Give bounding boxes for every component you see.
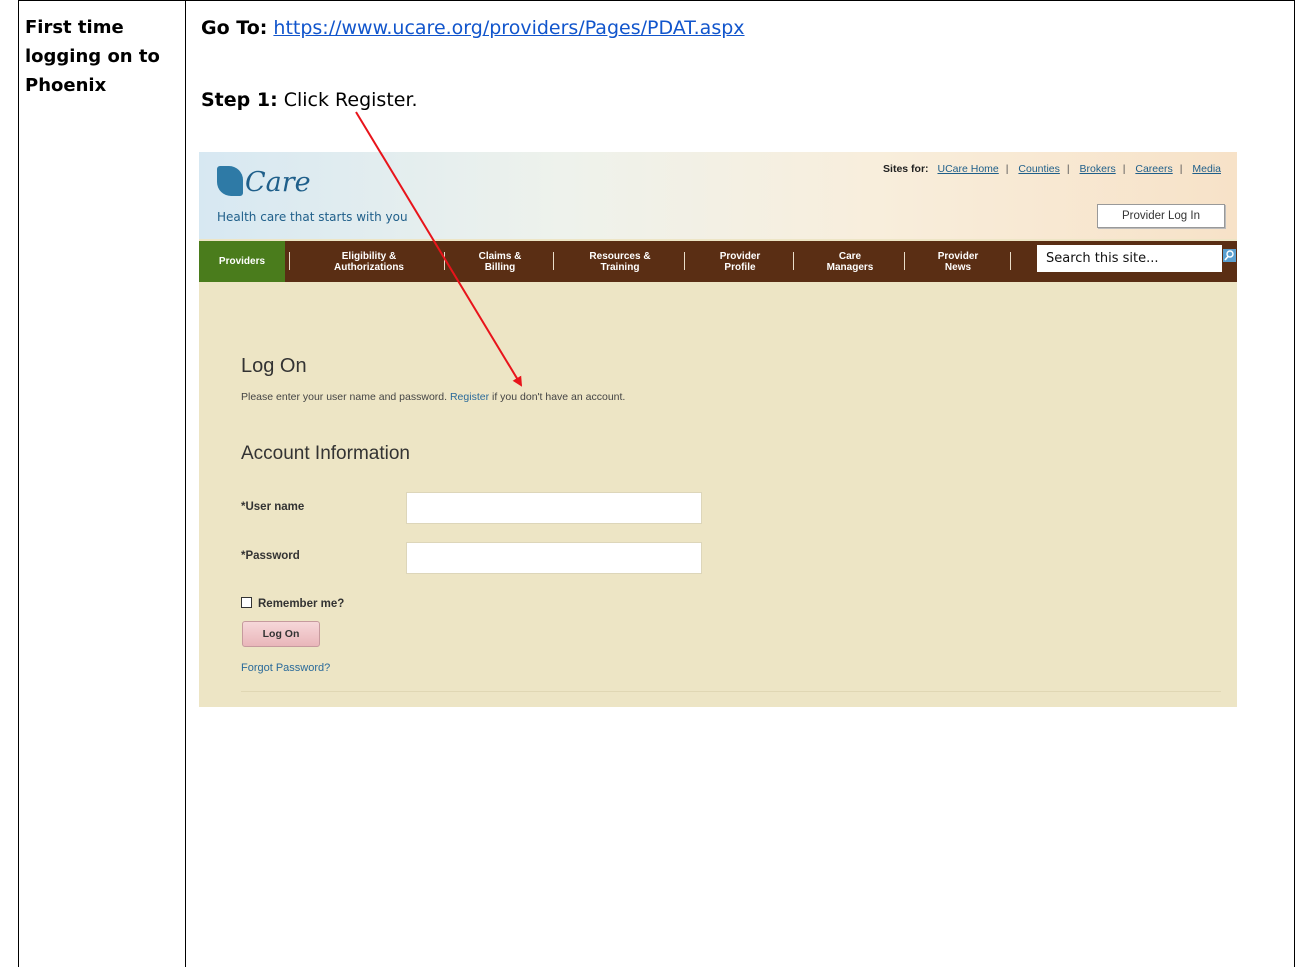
ucare-logo-icon bbox=[217, 166, 243, 196]
nav-item-providers[interactable]: Providers bbox=[199, 241, 285, 282]
row-label: First time logging on to Phoenix bbox=[25, 17, 160, 96]
website-screenshot: Care Health care that starts with you Si… bbox=[199, 152, 1237, 707]
nav-label: Eligibility & Authorizations bbox=[334, 250, 404, 273]
desc-text: Please enter your user name and password… bbox=[241, 391, 448, 403]
remember-me-label: Remember me? bbox=[258, 598, 345, 610]
remember-me-checkbox[interactable] bbox=[241, 597, 252, 608]
nav-label: Care Managers bbox=[826, 250, 874, 273]
sites-link-brokers[interactable]: Brokers bbox=[1080, 163, 1116, 175]
nav-item-care-managers[interactable]: Care Managers bbox=[797, 241, 903, 282]
username-label: *User name bbox=[241, 501, 305, 513]
step-1-text: Click Register. bbox=[283, 89, 418, 111]
goto-label: Go To: bbox=[201, 17, 268, 39]
username-field[interactable] bbox=[406, 492, 702, 524]
site-banner: Care Health care that starts with you Si… bbox=[199, 152, 1237, 239]
remember-me-row[interactable]: Remember me? bbox=[241, 597, 344, 610]
sites-for-label: Sites for: bbox=[883, 163, 929, 175]
password-field[interactable] bbox=[406, 542, 702, 574]
step-1-label: Step 1: bbox=[201, 89, 278, 111]
goto-line: Go To: https://www.ucare.org/providers/P… bbox=[201, 17, 745, 39]
nav-label: Resources & Training bbox=[589, 250, 651, 273]
sites-link-ucare-home[interactable]: UCare Home bbox=[937, 163, 998, 175]
sites-link-counties[interactable]: Counties bbox=[1018, 163, 1059, 175]
sites-link-media[interactable]: Media bbox=[1192, 163, 1221, 175]
nav-item-provider-profile[interactable]: Provider Profile bbox=[688, 241, 792, 282]
logon-title: Log On bbox=[241, 355, 307, 377]
goto-url-link[interactable]: https://www.ucare.org/providers/Pages/PD… bbox=[273, 17, 744, 39]
nav-label: Providers bbox=[218, 256, 266, 267]
search-input[interactable]: Search this site... bbox=[1037, 245, 1222, 272]
forgot-password-link[interactable]: Forgot Password? bbox=[241, 662, 330, 674]
provider-login-button[interactable]: Provider Log In bbox=[1097, 204, 1225, 228]
logon-description: Please enter your user name and password… bbox=[241, 391, 625, 403]
nav-label: Provider News bbox=[937, 250, 979, 273]
left-column: First time logging on to Phoenix bbox=[19, 1, 186, 967]
nav-item-resources-training[interactable]: Resources & Training bbox=[557, 241, 683, 282]
logon-button[interactable]: Log On bbox=[242, 621, 320, 647]
search-icon[interactable] bbox=[1223, 249, 1236, 262]
desc-text: if you don't have an account. bbox=[492, 391, 626, 403]
site-logo-text: Care bbox=[245, 167, 311, 198]
account-information-title: Account Information bbox=[241, 443, 410, 464]
step-1-line: Step 1: Click Register. bbox=[201, 89, 418, 111]
password-label: *Password bbox=[241, 550, 300, 562]
sites-link-careers[interactable]: Careers bbox=[1135, 163, 1172, 175]
nav-label: Claims & Billing bbox=[478, 250, 522, 273]
nav-item-provider-news[interactable]: Provider News bbox=[908, 241, 1008, 282]
nav-label: Provider Profile bbox=[719, 250, 761, 273]
site-tagline: Health care that starts with you bbox=[217, 210, 408, 224]
nav-item-claims-billing[interactable]: Claims & Billing bbox=[447, 241, 553, 282]
sites-for-bar: Sites for: UCare Home | Counties | Brokers… bbox=[883, 163, 1221, 175]
divider bbox=[241, 691, 1221, 692]
register-link[interactable]: Register bbox=[450, 391, 489, 403]
nav-item-eligibility[interactable]: Eligibility & Authorizations bbox=[295, 241, 443, 282]
